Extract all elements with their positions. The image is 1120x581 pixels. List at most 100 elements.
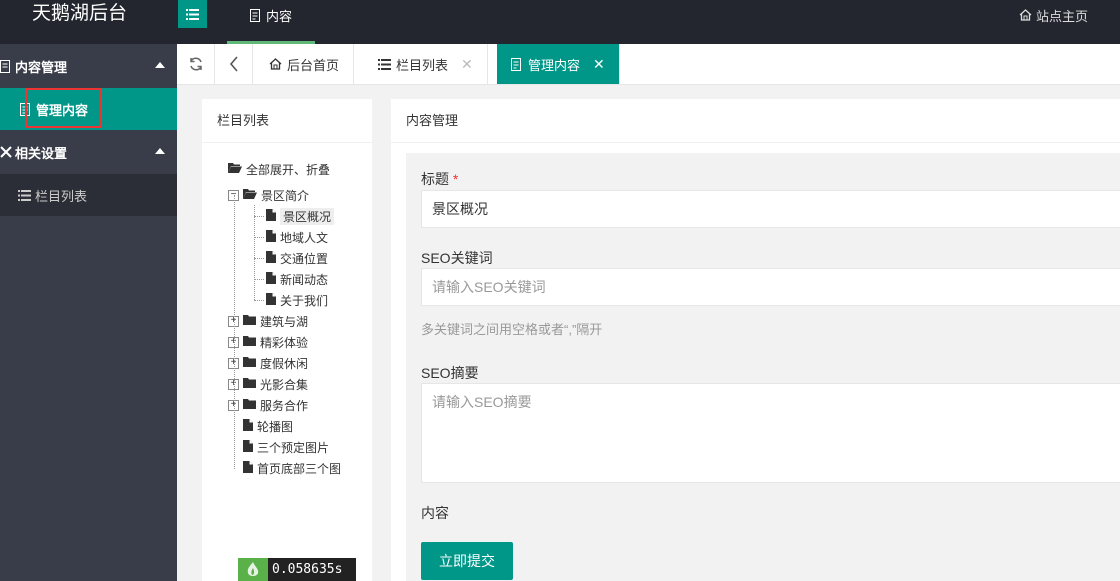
content-form: 标题 * SEO关键词 多关键词之间用空格或者“,”隔开 SEO摘要 内容 立即… xyxy=(406,153,1120,581)
seo-summary-label: SEO摘要 xyxy=(421,365,479,381)
tree-connector xyxy=(254,205,255,300)
tree-node-label: 建筑与湖 xyxy=(260,314,309,329)
file-icon xyxy=(266,292,276,308)
title-input[interactable] xyxy=(421,190,1120,228)
chevron-left-icon xyxy=(229,56,238,72)
tree-node-file[interactable]: 轮播图 xyxy=(228,416,293,436)
tree-node-file[interactable]: 首页底部三个图 xyxy=(228,458,341,478)
tree-node-label: 三个预定图片 xyxy=(257,440,330,455)
file-icon xyxy=(243,460,253,476)
tree-node-label: 服务合作 xyxy=(260,398,309,413)
tree-node-label: 景区概况 xyxy=(280,207,335,225)
tree-connector xyxy=(254,237,264,238)
list-icon xyxy=(378,58,391,70)
seo-keywords-hint: 多关键词之间用空格或者“,”隔开 xyxy=(421,322,603,337)
file-icon xyxy=(266,229,276,245)
tree-node-folder[interactable]: + 精彩体验 xyxy=(228,332,308,352)
top-nav-content-tab[interactable]: 内容 xyxy=(227,0,315,44)
edit-doc-icon xyxy=(0,59,12,73)
tree-node-label: 光影合集 xyxy=(260,377,309,392)
tree-node-file[interactable]: 新闻动态 xyxy=(266,269,328,289)
panel-title: 栏目列表 xyxy=(202,99,372,143)
render-time-value: 0.058635s xyxy=(268,558,356,581)
edit-doc-icon xyxy=(511,57,521,71)
column-tree-panel: 栏目列表 全部展开、折叠 − 景区简介景区概况地域人文交通位置新闻动态关于我们 + 建筑… xyxy=(202,99,372,581)
tree-node-label: 地域人文 xyxy=(280,230,329,245)
seo-summary-textarea[interactable] xyxy=(421,383,1120,483)
tab-manage-content[interactable]: 管理内容 ✕ xyxy=(497,44,620,84)
folder-open-icon xyxy=(228,162,242,176)
file-icon xyxy=(243,418,253,434)
site-home-link[interactable]: 站点主页 xyxy=(1019,0,1088,30)
content-management-panel: 内容管理 标题 * SEO关键词 多关键词之间用空格或者“,”隔开 SEO摘要 … xyxy=(391,99,1120,581)
close-icon[interactable]: ✕ xyxy=(461,56,473,73)
submit-button[interactable]: 立即提交 xyxy=(421,542,513,580)
tab-dashboard-home[interactable]: 后台首页 xyxy=(255,44,355,84)
tree-node-folder[interactable]: + 服务合作 xyxy=(228,395,308,415)
tab-label: 后台首页 xyxy=(287,57,340,73)
tree-toggle-all-label: 全部展开、折叠 xyxy=(246,162,331,177)
sidebar-group-label: 相关设置 xyxy=(15,145,68,161)
sidebar-group-settings[interactable]: 相关设置 xyxy=(0,130,177,174)
tools-icon xyxy=(0,146,12,158)
tree-connector xyxy=(234,195,235,469)
tree-connector xyxy=(254,216,264,217)
top-header: 天鹅湖后台 内容 站点主页 xyxy=(0,0,1120,44)
file-icon xyxy=(266,250,276,266)
tree-node-folder[interactable]: − 景区简介 xyxy=(228,185,309,205)
seo-keywords-label: SEO关键词 xyxy=(421,250,493,266)
tree-node-label: 轮播图 xyxy=(257,419,294,434)
required-mark: * xyxy=(452,171,459,187)
folder-icon xyxy=(243,398,256,412)
close-icon[interactable]: ✕ xyxy=(593,56,605,73)
tab-label: 管理内容 xyxy=(528,57,581,73)
tree-node-label: 交通位置 xyxy=(280,251,329,266)
tab-column-list[interactable]: 栏目列表 ✕ xyxy=(364,44,488,84)
active-item-highlight-box xyxy=(25,88,102,128)
tree-node-folder[interactable]: + 光影合集 xyxy=(228,374,308,394)
tree-node-label: 度假休闲 xyxy=(260,356,309,371)
tab-bar: 后台首页 栏目列表 ✕ 管理内容 ✕ xyxy=(177,44,1120,85)
home-icon xyxy=(269,58,282,70)
panel-title: 内容管理 xyxy=(391,99,1120,143)
menu-toggle-button[interactable] xyxy=(178,0,207,28)
tree-node-file[interactable]: 地域人文 xyxy=(266,227,328,247)
tree-node-label: 精彩体验 xyxy=(260,335,309,350)
tree-node-file[interactable]: 景区概况 xyxy=(266,206,335,226)
tree-node-file[interactable]: 交通位置 xyxy=(266,248,328,268)
file-icon xyxy=(243,439,253,455)
caret-up-icon xyxy=(155,148,165,154)
folder-icon xyxy=(243,335,256,349)
sidebar-group-label: 内容管理 xyxy=(15,59,68,75)
refresh-button[interactable] xyxy=(177,44,215,84)
tree-node-folder[interactable]: + 度假休闲 xyxy=(228,353,308,373)
tab-label: 栏目列表 xyxy=(396,57,449,73)
file-icon xyxy=(266,271,276,287)
tree-node-label: 首页底部三个图 xyxy=(257,461,342,476)
content-field-label: 内容 xyxy=(421,505,449,521)
folder-open-icon xyxy=(243,188,257,202)
tree-connector xyxy=(254,300,264,301)
file-icon xyxy=(266,208,276,224)
folder-icon xyxy=(243,377,256,391)
sidebar-item-column-list[interactable]: 栏目列表 xyxy=(0,174,177,216)
sidebar-group-content-management[interactable]: 内容管理 xyxy=(0,44,177,88)
edit-doc-icon xyxy=(249,8,260,22)
tree-node-file[interactable]: 关于我们 xyxy=(266,290,328,310)
tree-node-label: 关于我们 xyxy=(280,293,329,308)
title-field-label: 标题 * xyxy=(421,171,459,187)
tree-connector xyxy=(254,258,264,259)
app-logo-title: 天鹅湖后台 xyxy=(32,3,128,24)
list-icon xyxy=(186,8,199,20)
list-icon xyxy=(18,189,31,201)
caret-up-icon xyxy=(155,62,165,68)
back-button[interactable] xyxy=(215,44,253,84)
folder-icon xyxy=(243,314,256,328)
top-nav-content-label: 内容 xyxy=(265,8,292,24)
flame-logo-icon xyxy=(238,558,268,581)
tree-node-file[interactable]: 三个预定图片 xyxy=(228,437,329,457)
home-icon xyxy=(1019,9,1032,21)
tree-node-folder[interactable]: + 建筑与湖 xyxy=(228,311,308,331)
seo-keywords-input[interactable] xyxy=(421,268,1120,306)
tree-toggle-all[interactable]: 全部展开、折叠 xyxy=(228,159,330,179)
